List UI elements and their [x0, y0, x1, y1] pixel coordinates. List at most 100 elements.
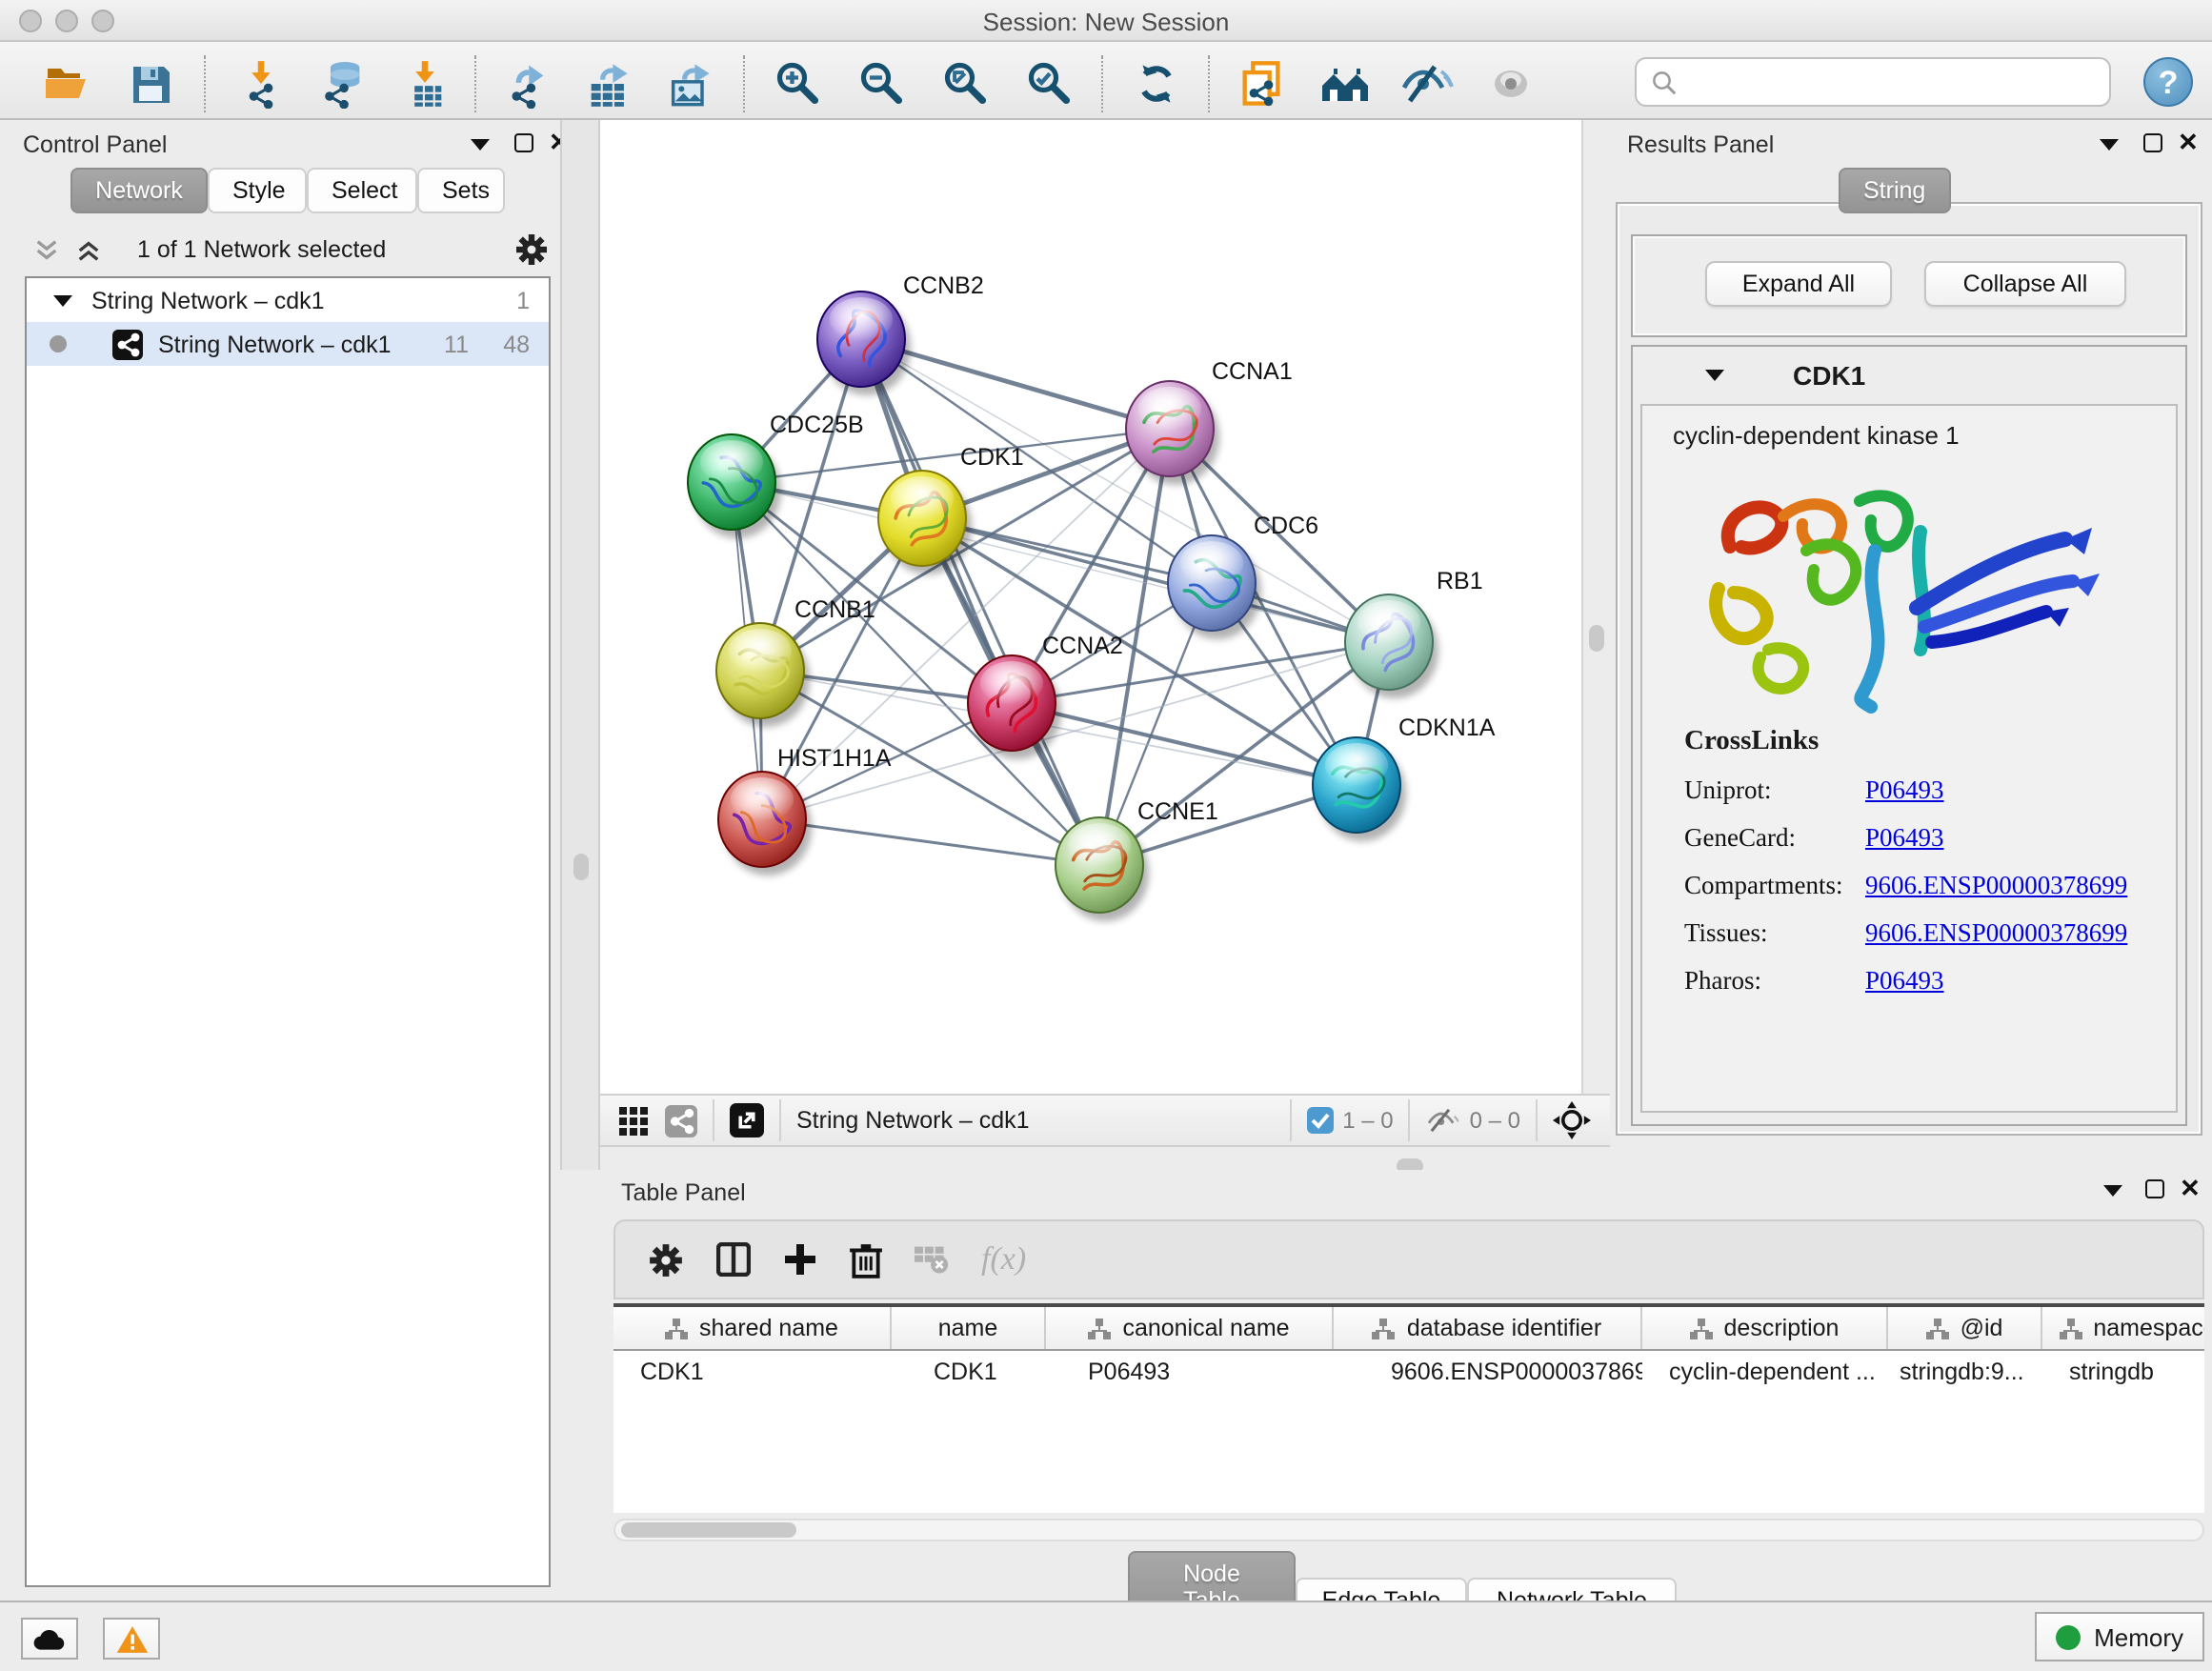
table-panel-menu-icon[interactable]: [2103, 1185, 2122, 1197]
help-button[interactable]: ?: [2143, 57, 2193, 107]
network-node-CDC6[interactable]: CDC6: [1168, 513, 1318, 639]
network-node-HIST1H1A[interactable]: HIST1H1A: [718, 745, 892, 876]
tab-select[interactable]: Select: [307, 168, 417, 213]
results-panel-float-icon[interactable]: [2143, 133, 2162, 152]
tab-style[interactable]: Style: [208, 168, 307, 213]
expand-all-button[interactable]: Expand All: [1705, 261, 1892, 307]
network-node-CCNB1[interactable]: CCNB1: [716, 596, 875, 727]
clone-network-button[interactable]: [1229, 57, 1294, 111]
splitter-handle[interactable]: [1589, 625, 1604, 652]
delete-column-icon[interactable]: [850, 1241, 882, 1278]
network-edge-CCNB2-CCNE1[interactable]: [861, 339, 1099, 865]
open-file-button[interactable]: [34, 57, 99, 111]
column-header-database-identifier[interactable]: database identifier: [1334, 1307, 1642, 1349]
first-neighbors-button[interactable]: [1313, 57, 1377, 111]
crosslink-label: Tissues:: [1684, 918, 1865, 949]
gene-section-header[interactable]: CDK1: [1633, 347, 2185, 404]
crosslink-compartments-link[interactable]: 9606.ENSP00000378699: [1865, 871, 2127, 901]
table-row[interactable]: CDK1 CDK1 P06493 9606.ENSP00000378699 cy…: [613, 1351, 2204, 1393]
scrollbar-thumb[interactable]: [621, 1522, 796, 1538]
network-selection-status: 1 of 1 Network selected: [137, 236, 386, 263]
control-panel-float-icon[interactable]: [514, 133, 533, 152]
splitter-handle[interactable]: [573, 854, 589, 880]
cloud-status-button[interactable]: [21, 1618, 78, 1660]
network-canvas[interactable]: CCNB2CCNA1CDC25BCDK1CDC6RB1CCNB1CCNA2CDK…: [600, 120, 1581, 1094]
import-network-file-button[interactable]: [229, 57, 293, 111]
results-panel-close-icon[interactable]: ✕: [2178, 133, 2199, 152]
column-header-namespace[interactable]: namespace: [2042, 1307, 2204, 1349]
import-network-icon: [236, 59, 286, 109]
column-header-id[interactable]: @id: [1888, 1307, 2042, 1349]
network-view-icon[interactable]: [665, 1104, 697, 1137]
selected-checkbox-icon[interactable]: [1306, 1107, 1333, 1134]
crosslink-genecard-link[interactable]: P06493: [1865, 823, 1944, 854]
add-column-icon[interactable]: [783, 1242, 817, 1277]
tab-sets[interactable]: Sets: [417, 168, 505, 213]
column-header-description[interactable]: description: [1642, 1307, 1888, 1349]
gene-collapse-icon[interactable]: [1705, 370, 1724, 381]
collection-expand-icon[interactable]: [53, 294, 72, 306]
export-image-button[interactable]: [657, 57, 722, 111]
search-input[interactable]: [1635, 57, 2111, 107]
network-options-gear-icon[interactable]: [514, 232, 549, 267]
network-edge-CDK1-RB1[interactable]: [922, 518, 1389, 642]
eye-slash-icon: [1400, 61, 1454, 107]
table-horizontal-scrollbar[interactable]: [613, 1519, 2204, 1541]
hide-selected-button[interactable]: [1395, 57, 1459, 111]
open-folder-icon: [42, 61, 91, 107]
grid-view-icon[interactable]: [619, 1106, 648, 1135]
tab-string[interactable]: String: [1839, 168, 1950, 213]
network-node-label-CCNE1: CCNE1: [1137, 798, 1218, 825]
import-table-button[interactable]: [392, 57, 457, 111]
zoom-selected-button[interactable]: [1017, 57, 1082, 111]
hidden-eye-slash-icon: [1426, 1107, 1460, 1134]
network-edge-HIST1H1A-CCNE1[interactable]: [762, 819, 1099, 865]
crosslink-tissues-link[interactable]: 9606.ENSP00000378699: [1865, 918, 2127, 949]
apply-layout-button[interactable]: [1124, 57, 1189, 111]
status-bar: Memory: [0, 1601, 2212, 1671]
crosslink-uniprot-link[interactable]: P06493: [1865, 775, 1944, 806]
expand-collapse-box: Expand All Collapse All: [1631, 234, 2187, 337]
network-node-CCNA1[interactable]: CCNA1: [1126, 358, 1293, 485]
network-node-RB1[interactable]: RB1: [1345, 568, 1483, 698]
table-panel: Table Panel ✕ f(: [560, 1170, 2212, 1601]
collapse-all-button[interactable]: Collapse All: [1924, 261, 2126, 307]
zoom-in-button[interactable]: [766, 57, 831, 111]
control-panel-menu-icon[interactable]: [471, 139, 490, 151]
network-row-selected[interactable]: String Network – cdk1 11 48: [27, 322, 549, 366]
column-header-name[interactable]: name: [892, 1307, 1046, 1349]
table-panel-float-icon[interactable]: [2145, 1179, 2164, 1198]
save-session-button[interactable]: [118, 57, 183, 111]
import-network-database-button[interactable]: [311, 57, 375, 111]
birds-eye-view-icon[interactable]: [1553, 1101, 1591, 1139]
network-node-CDC25B[interactable]: CDC25B: [688, 412, 864, 538]
table-panel-close-icon[interactable]: ✕: [2180, 1179, 2201, 1198]
memory-button[interactable]: Memory: [2035, 1612, 2204, 1661]
export-network-button[interactable]: [493, 57, 558, 111]
zoom-fit-button[interactable]: [934, 57, 998, 111]
column-header-shared-name[interactable]: shared name: [613, 1307, 892, 1349]
column-type-icon: [1088, 1318, 1111, 1339]
show-columns-icon[interactable]: [716, 1242, 751, 1277]
export-table-button[interactable]: [575, 57, 640, 111]
collapse-all-networks-icon[interactable]: [34, 238, 59, 263]
tab-network[interactable]: Network: [70, 168, 208, 213]
show-all-button[interactable]: [1478, 57, 1543, 111]
network-node-CCNE1[interactable]: CCNE1: [1056, 798, 1218, 921]
zoom-out-button[interactable]: [850, 57, 915, 111]
table-options-gear-icon[interactable]: [648, 1241, 684, 1278]
network-node-CCNB2[interactable]: CCNB2: [817, 272, 984, 395]
network-edge-CCNA2-CDKN1A[interactable]: [1012, 703, 1357, 785]
network-graph[interactable]: CCNB2CCNA1CDC25BCDK1CDC6RB1CCNB1CCNA2CDK…: [600, 120, 1581, 1094]
column-header-canonical-name[interactable]: canonical name: [1046, 1307, 1334, 1349]
crosslink-pharos-link[interactable]: P06493: [1865, 966, 1944, 997]
zoom-in-icon: [774, 59, 823, 109]
network-node-CDK1[interactable]: CDK1: [878, 444, 1024, 574]
status-separator: [713, 1099, 714, 1141]
warnings-button[interactable]: [103, 1618, 160, 1660]
network-node-CDKN1A[interactable]: CDKN1A: [1313, 715, 1496, 841]
expand-all-networks-icon[interactable]: [76, 238, 101, 263]
open-in-window-icon[interactable]: [730, 1103, 764, 1137]
results-panel-menu-icon[interactable]: [2100, 139, 2119, 151]
network-collection-row[interactable]: String Network – cdk1 1: [27, 278, 549, 322]
